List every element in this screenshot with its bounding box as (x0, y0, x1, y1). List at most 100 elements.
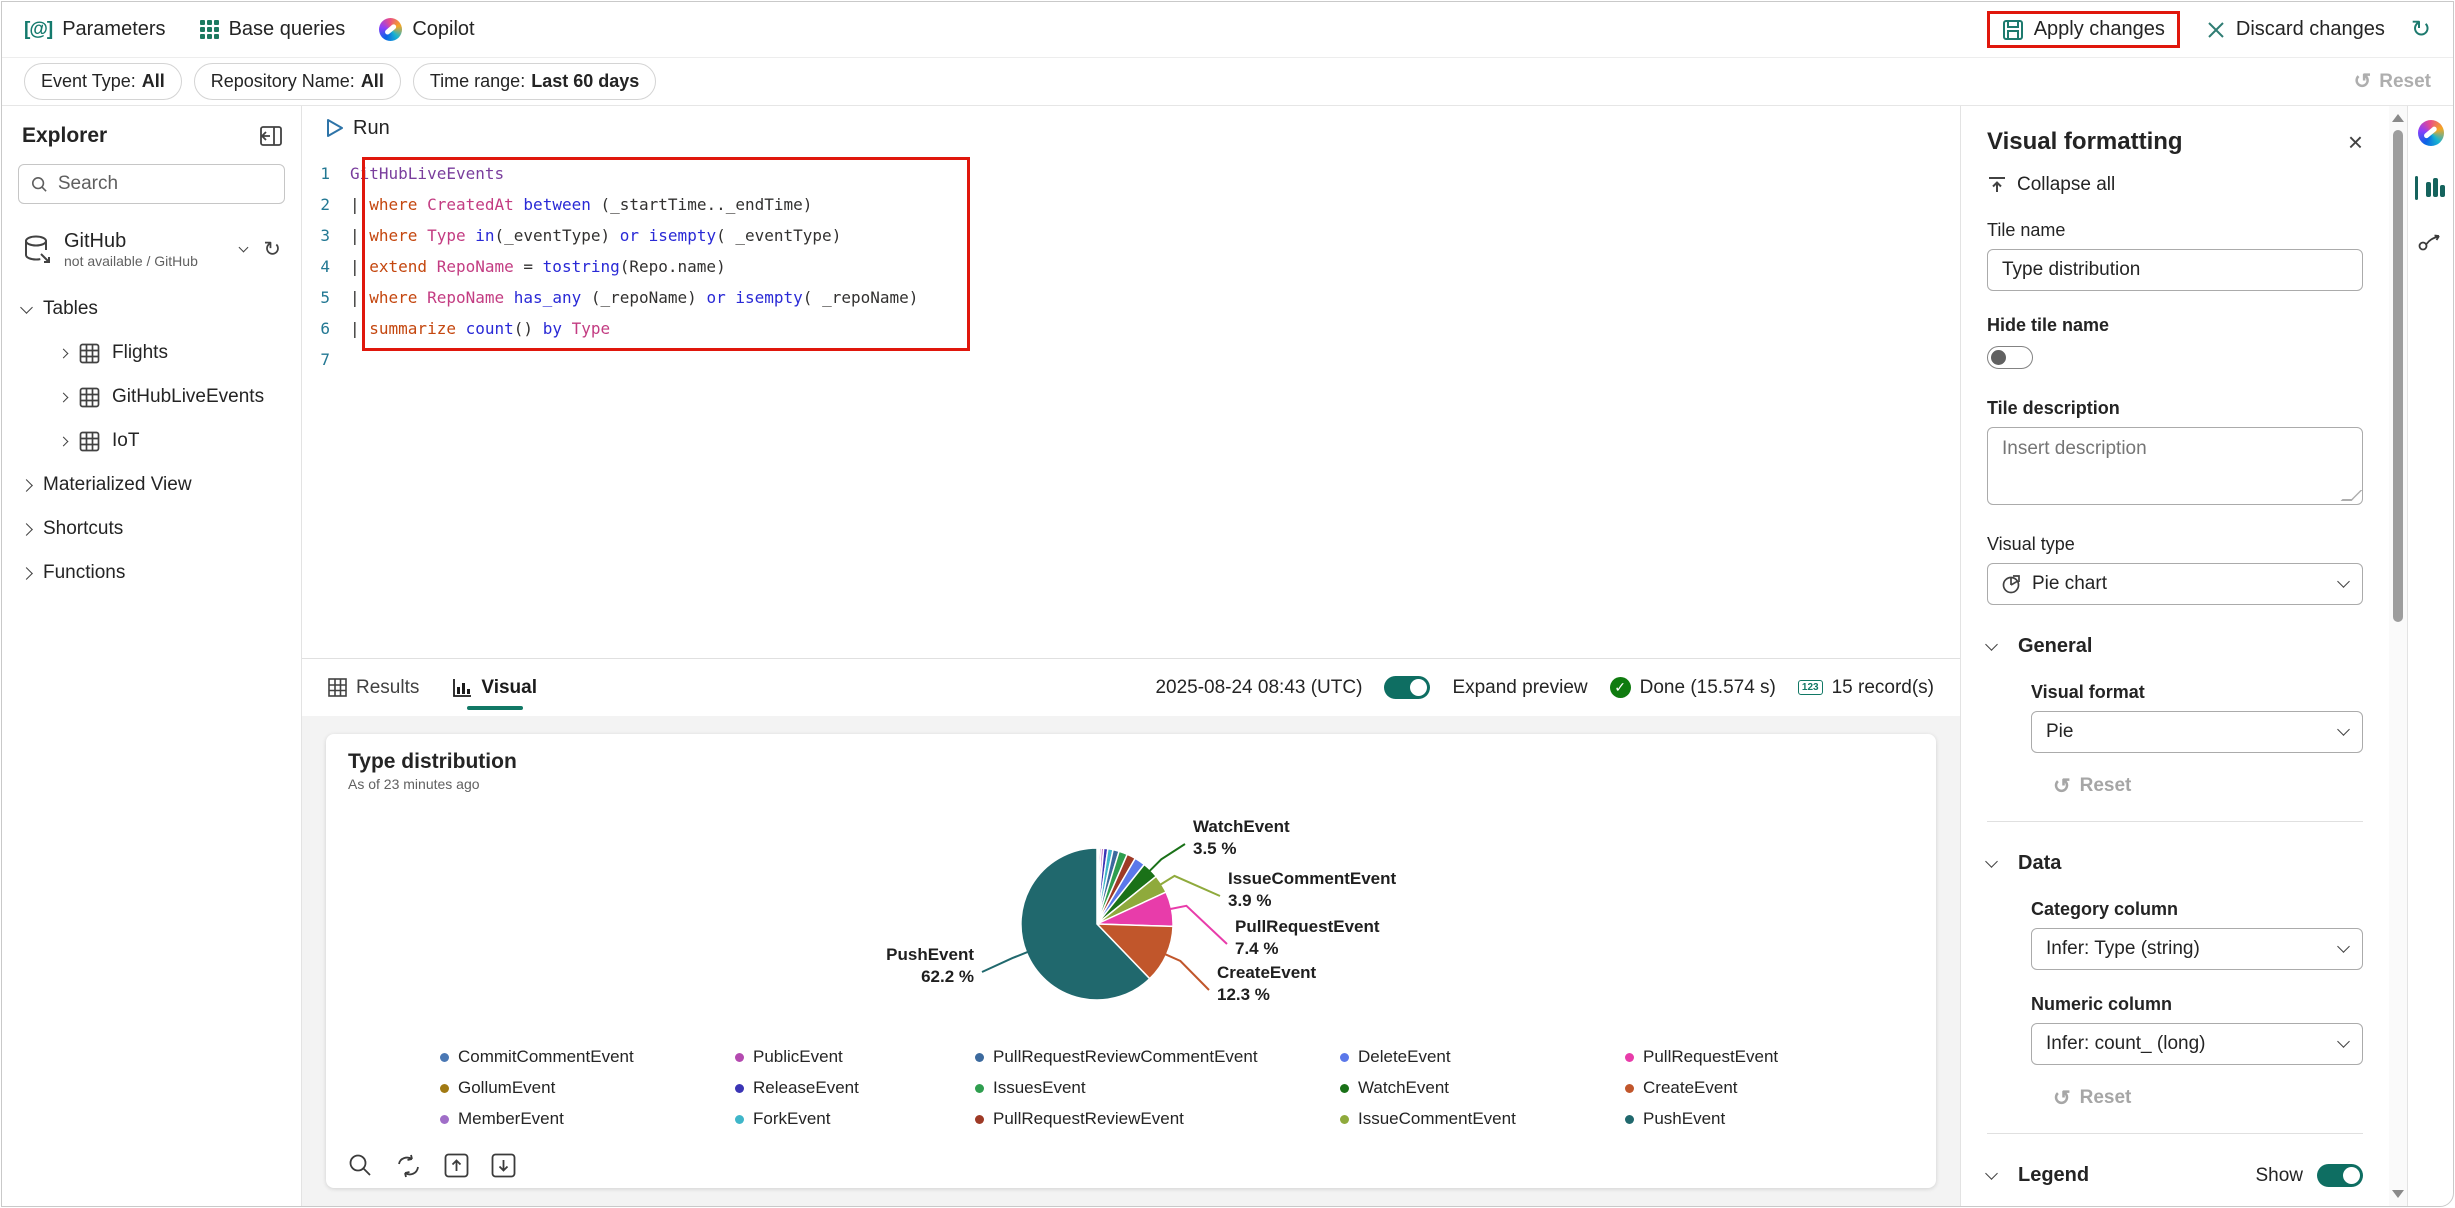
zoom-search-icon[interactable] (348, 1153, 373, 1178)
apply-changes-button[interactable]: Apply changes (2002, 18, 2165, 41)
chevron-down-icon[interactable] (1985, 1167, 1998, 1180)
sync-icon[interactable]: ↻ (263, 239, 281, 260)
legend-item-forkevent[interactable]: ForkEvent (735, 1109, 975, 1129)
sidebar-item-shortcuts[interactable]: Shortcuts (16, 507, 287, 551)
chevron-down-icon[interactable] (238, 242, 249, 253)
collapse-all-button[interactable]: Collapse all (1987, 174, 2363, 196)
filter-pill-repository-name-[interactable]: Repository Name: All (193, 63, 401, 100)
pie-label-createevent: CreateEvent 12.3 % (1217, 963, 1317, 1004)
scroll-down-icon[interactable] (2392, 1190, 2404, 1198)
filter-pill-event-type-[interactable]: Event Type: All (24, 63, 182, 100)
move-down-icon[interactable] (491, 1153, 516, 1178)
legend-item-pullrequestreviewcommentevent[interactable]: PullRequestReviewCommentEvent (975, 1047, 1340, 1067)
legend-item-commitcommentevent[interactable]: CommitCommentEvent (440, 1047, 735, 1067)
legend-label: CommitCommentEvent (458, 1047, 634, 1066)
chevron-right-icon (20, 566, 33, 580)
move-up-icon[interactable] (444, 1153, 469, 1178)
tile-name-input[interactable] (1987, 249, 2363, 291)
legend-item-deleteevent[interactable]: DeleteEvent (1340, 1047, 1625, 1067)
sidebar-item-iot[interactable]: IoT (16, 419, 287, 463)
tab-results[interactable]: Results (328, 659, 419, 716)
tile-description-input[interactable] (1987, 427, 2363, 505)
tab-visual[interactable]: Visual (453, 659, 537, 716)
copilot-button[interactable]: Copilot (379, 18, 475, 41)
tab-visual-label: Visual (481, 676, 537, 698)
legend-color-dot (975, 1052, 984, 1062)
legend-item-pushevent[interactable]: PushEvent (1625, 1109, 1865, 1129)
code-line-6: 6 | summarize count() by Type (302, 313, 1960, 344)
legend-label: CreateEvent (1643, 1078, 1738, 1097)
scrollbar-thumb[interactable] (2393, 130, 2403, 622)
legend-item-publicevent[interactable]: PublicEvent (735, 1047, 975, 1067)
filter-bar: Event Type: All Repository Name: All Time ra… (2, 58, 2453, 106)
chevron-down-icon[interactable] (1985, 638, 1998, 651)
numeric-column-dropdown[interactable]: Infer: count_ (long) (2031, 1023, 2363, 1065)
legend-item-watchevent[interactable]: WatchEvent (1340, 1078, 1625, 1098)
close-icon (2208, 21, 2224, 38)
legend-label: GollumEvent (458, 1078, 556, 1097)
legend-label: PullRequestReviewCommentEvent (993, 1047, 1258, 1066)
hide-tile-name-toggle[interactable] (1987, 346, 2033, 369)
legend-item-gollumevent[interactable]: GollumEvent (440, 1078, 735, 1098)
discard-changes-button[interactable]: Discard changes (2206, 18, 2385, 41)
tree-item-label: Functions (43, 562, 126, 584)
pie-label-pushevent: PushEvent 62.2 % (886, 945, 974, 986)
undo-icon: ↺ (2053, 774, 2071, 798)
sidebar-item-githubliveevents[interactable]: GitHubLiveEvents (16, 375, 287, 419)
scroll-up-icon[interactable] (2392, 114, 2404, 122)
legend-show-toggle[interactable] (2317, 1164, 2363, 1187)
legend-color-dot (1340, 1052, 1349, 1062)
chevron-down-icon[interactable] (1985, 855, 1998, 868)
data-reset-button[interactable]: ↺ Reset (2053, 1087, 2131, 1109)
pie-label-watchevent: WatchEvent 3.5 % (1193, 817, 1290, 858)
legend-item-pullrequestevent[interactable]: PullRequestEvent (1625, 1047, 1865, 1067)
visual-format-dropdown[interactable]: Pie (2031, 711, 2363, 753)
connector-icon[interactable] (2418, 230, 2444, 252)
chevron-right-icon (58, 392, 69, 403)
apply-changes-label: Apply changes (2033, 18, 2165, 40)
sidebar-item-flights[interactable]: Flights (16, 331, 287, 375)
chart-tile: Type distribution As of 23 minutes ago W… (326, 734, 1936, 1188)
database-subtitle: not available / GitHub (64, 253, 198, 269)
query-timestamp: 2025-08-24 08:43 (UTC) (1155, 676, 1363, 698)
filter-pill-time-range-[interactable]: Time range: Last 60 days (412, 63, 657, 100)
sidebar-item-materialized-view[interactable]: Materialized View (16, 463, 287, 507)
filters-reset-button[interactable]: ↺ Reset (2354, 71, 2431, 93)
code-line-3: 3 | where Type in(_eventType) or isempty(… (302, 220, 1960, 251)
swap-refresh-icon[interactable] (395, 1154, 422, 1178)
base-queries-button[interactable]: Base queries (199, 18, 345, 41)
expand-preview-toggle[interactable] (1384, 676, 1431, 699)
parameters-button[interactable]: [@] Parameters (24, 18, 166, 41)
visual-formatting-panel: Visual formatting × Collapse all Tile na… (1961, 106, 2389, 1206)
copilot-pane-icon[interactable] (2417, 120, 2444, 146)
filter-label: Event Type: (41, 71, 136, 91)
legend-item-pullrequestreviewevent[interactable]: PullRequestReviewEvent (975, 1109, 1340, 1129)
line-number: 2 (320, 195, 330, 214)
section-legend-title: Legend (2018, 1164, 2090, 1186)
legend-item-createevent[interactable]: CreateEvent (1625, 1078, 1865, 1098)
sidebar-item-tables[interactable]: Tables (16, 287, 287, 331)
visual-type-dropdown[interactable]: Pie chart (1987, 563, 2363, 605)
search-input[interactable] (57, 173, 272, 195)
chevron-right-icon (20, 478, 33, 492)
panel-scrollbar[interactable] (2389, 106, 2407, 1206)
refresh-button[interactable]: ↻ (2411, 17, 2431, 42)
visual-formatting-pane-item[interactable] (2414, 176, 2447, 200)
collapse-panel-icon[interactable] (259, 125, 283, 147)
database-item-github[interactable]: GitHub not available / GitHub ↻ (16, 222, 287, 287)
run-button[interactable]: Run (326, 117, 390, 140)
legend-color-dot (1340, 1083, 1349, 1093)
legend-item-issuesevent[interactable]: IssuesEvent (975, 1078, 1340, 1098)
tile-name-label: Tile name (1987, 220, 2066, 240)
legend-item-releaseevent[interactable]: ReleaseEvent (735, 1078, 975, 1098)
tile-title: Type distribution (348, 750, 517, 773)
category-column-dropdown[interactable]: Infer: Type (string) (2031, 928, 2363, 970)
sidebar-item-functions[interactable]: Functions (16, 551, 287, 595)
legend-item-memberevent[interactable]: MemberEvent (440, 1109, 735, 1129)
general-reset-button[interactable]: ↺ Reset (2053, 775, 2131, 797)
run-toolbar: Run (302, 106, 1960, 150)
legend-item-issuecommentevent[interactable]: IssueCommentEvent (1340, 1109, 1625, 1129)
close-panel-button[interactable]: × (2348, 129, 2363, 155)
pie-chart: WatchEvent 3.5 % IssueCommentEvent 3.9 % Pul… (886, 817, 1396, 1004)
kql-editor[interactable]: 1 GitHubLiveEvents 2 | where CreatedAt betw… (302, 150, 1960, 658)
